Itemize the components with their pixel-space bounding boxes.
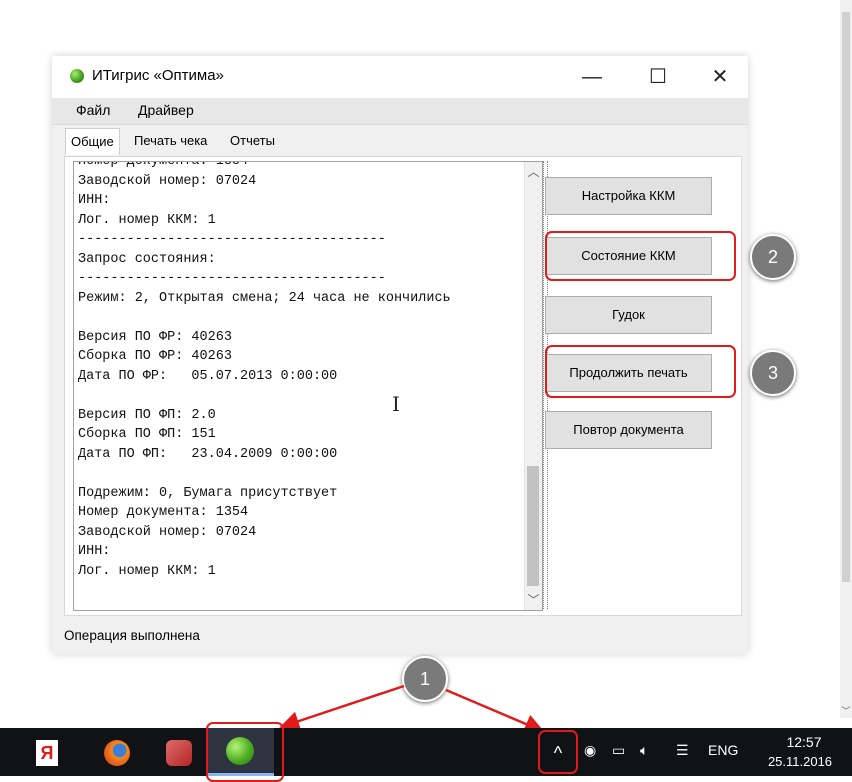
red-app-icon[interactable]	[162, 734, 198, 770]
volume-icon[interactable]: 🔈︎	[640, 742, 648, 759]
taskbar: Я ^ ◉ ▭ 🔈︎ ☰ ENG 12:57 25.11.2016	[0, 722, 852, 782]
arrow-to-tray	[445, 688, 545, 734]
yandex-browser-icon[interactable]: Я	[32, 734, 68, 770]
language-indicator[interactable]: ENG	[708, 742, 738, 758]
annotation-arrows	[279, 684, 545, 734]
highlight-taskbar-app	[206, 722, 284, 782]
network-sync-icon[interactable]: ◉	[584, 742, 596, 759]
arrow-to-app	[279, 684, 405, 731]
highlight-tray-chevron	[538, 730, 578, 774]
firefox-icon[interactable]	[100, 734, 136, 770]
clock-date[interactable]: 25.11.2016	[758, 754, 842, 769]
clock-time[interactable]: 12:57	[774, 734, 834, 750]
action-center-icon[interactable]: ☰	[676, 742, 689, 759]
network-icon[interactable]: ▭	[612, 742, 625, 759]
